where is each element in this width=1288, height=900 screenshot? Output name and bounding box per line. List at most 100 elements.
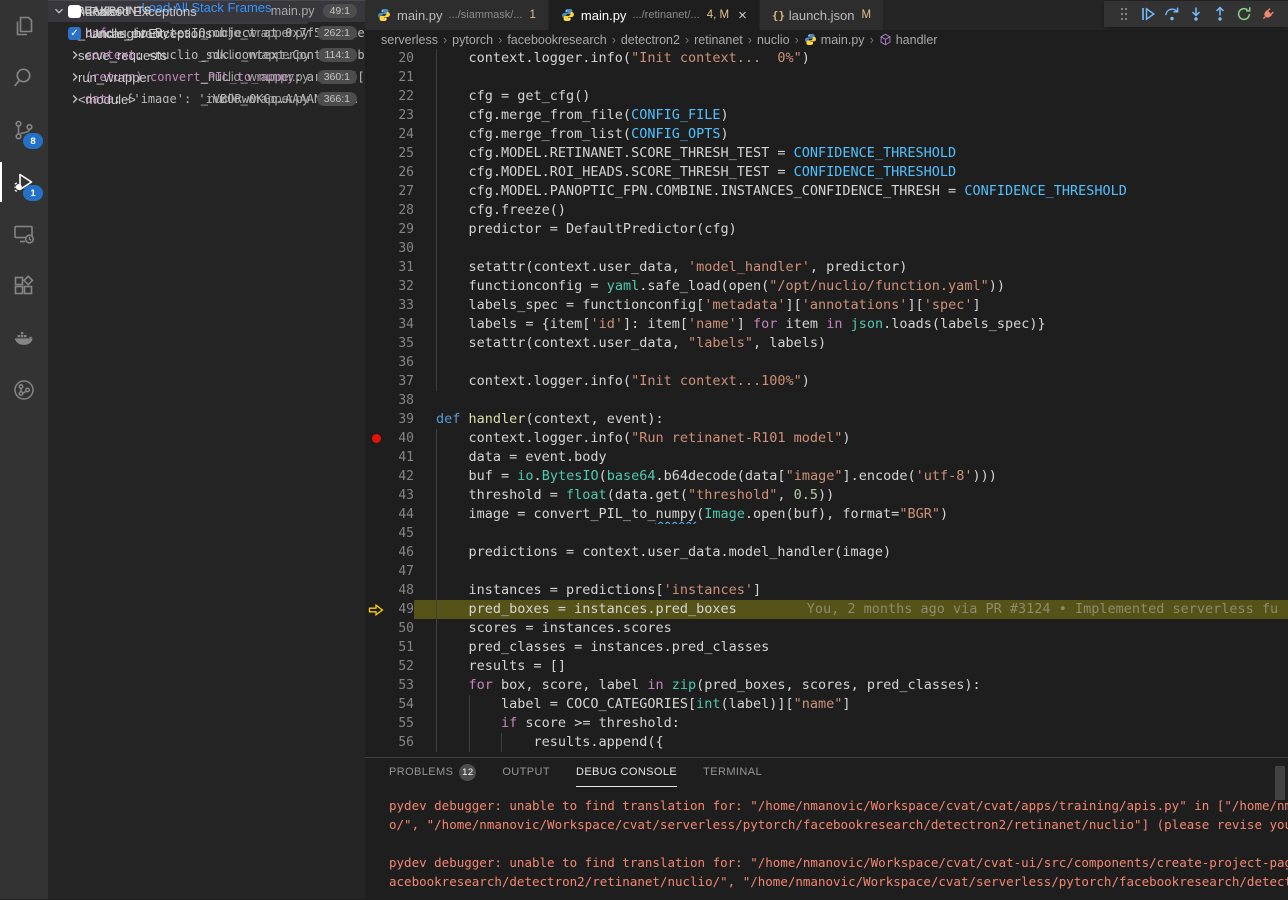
panel-scrollbar[interactable] [1275, 766, 1285, 800]
panel-tab-terminal[interactable]: TERMINAL [703, 758, 762, 786]
code-line-30: 30 [365, 239, 1288, 258]
breadcrumb-item[interactable]: serverless [381, 33, 438, 47]
panel-tab-output[interactable]: OUTPUT [502, 758, 550, 786]
activity-item-remote-explorer[interactable] [0, 208, 48, 260]
gutter-glyph[interactable] [365, 581, 387, 600]
gutter-glyph[interactable] [365, 695, 387, 714]
gutter-glyph[interactable] [365, 258, 387, 277]
code-editor[interactable]: 20 context.logger.info("Init context... … [365, 49, 1288, 757]
tab-main-py-siammask[interactable]: main.py .../siammask/... 1 [365, 0, 549, 30]
activity-item-git-graph[interactable] [0, 364, 48, 416]
activity-item-explorer[interactable] [0, 0, 48, 52]
gutter-glyph[interactable] [365, 220, 387, 239]
gutter-glyph[interactable] [365, 429, 387, 448]
line-number: 56 [387, 733, 414, 752]
gutter-glyph[interactable] [365, 733, 387, 752]
gutter-glyph[interactable] [365, 372, 387, 391]
breadcrumb-item[interactable]: main.py [804, 33, 865, 47]
frame-file: _nuclio_wrapper.py [202, 48, 310, 62]
gutter-glyph[interactable] [365, 543, 387, 562]
gutter-glyph[interactable] [365, 353, 387, 372]
gutter-glyph[interactable] [365, 676, 387, 695]
checked-checkbox[interactable]: ✓ [68, 27, 81, 40]
unchecked-checkbox[interactable] [68, 5, 81, 18]
gutter-glyph[interactable] [365, 201, 387, 220]
code-line-37: 37 context.logger.info("Init context...1… [365, 372, 1288, 391]
gutter-glyph[interactable] [365, 334, 387, 353]
code-line-22: 22 cfg = get_cfg() [365, 87, 1288, 106]
gutter-glyph[interactable] [365, 239, 387, 258]
line-number: 55 [387, 714, 414, 733]
gutter-glyph[interactable] [365, 106, 387, 125]
gutter-glyph[interactable] [365, 277, 387, 296]
breadcrumb-item[interactable]: detectron2 [621, 33, 680, 47]
step-into-button[interactable] [1184, 2, 1208, 26]
activity-item-extensions[interactable] [0, 260, 48, 312]
gutter-glyph[interactable] [365, 410, 387, 429]
gutter-glyph[interactable] [365, 315, 387, 334]
activity-item-source-control[interactable]: 8 [0, 104, 48, 156]
disconnect-button[interactable] [1256, 2, 1280, 26]
gutter-glyph[interactable] [365, 486, 387, 505]
gutter-glyph[interactable] [365, 524, 387, 543]
frame-location-badge: 360:1 [317, 70, 357, 84]
gutter-glyph[interactable] [365, 505, 387, 524]
gutter-glyph[interactable] [365, 448, 387, 467]
restart-button[interactable] [1232, 2, 1256, 26]
line-number: 37 [387, 372, 414, 391]
breadcrumb-item[interactable]: retinanet [694, 33, 743, 47]
gutter-glyph[interactable] [365, 144, 387, 163]
restart-icon [1236, 6, 1252, 22]
breadcrumb-item[interactable]: handler [879, 33, 938, 47]
frame-function: run_wrapper [78, 70, 151, 85]
line-number: 24 [387, 125, 414, 144]
breadcrumb-item[interactable]: nuclio [757, 33, 790, 47]
callstack-frame[interactable]: run_wrapper _nuclio_wrapper.py 360:1 [48, 66, 365, 88]
drag-handle-button[interactable] [1112, 2, 1136, 26]
gutter-glyph[interactable] [365, 49, 387, 68]
breadcrumb-label: pytorch [452, 33, 493, 47]
breadcrumb-label: nuclio [757, 33, 790, 47]
breadcrumb-separator: › [748, 33, 752, 47]
gutter-glyph[interactable] [365, 391, 387, 410]
step-out-button[interactable] [1208, 2, 1232, 26]
breadcrumb-separator: › [443, 33, 447, 47]
gutter-glyph[interactable] [365, 619, 387, 638]
tab-launch-json[interactable]: {} launch.json M [760, 0, 884, 30]
breakpoint-icon[interactable] [372, 434, 381, 443]
gutter-glyph[interactable] [365, 125, 387, 144]
activity-item-search[interactable] [0, 52, 48, 104]
gutter-glyph[interactable] [365, 657, 387, 676]
gutter-glyph[interactable] [365, 467, 387, 486]
close-icon[interactable]: × [738, 8, 747, 23]
gutter-glyph[interactable] [365, 600, 387, 619]
activity-item-run-and-debug[interactable]: 1 [0, 156, 48, 208]
gutter-glyph[interactable] [365, 182, 387, 201]
callstack-frame[interactable]: <module> _nuclio_wrapper.py 366:1 [48, 88, 365, 110]
gutter-glyph[interactable] [365, 163, 387, 182]
gutter-glyph[interactable] [365, 638, 387, 657]
code-line-50: 50 scores = instances.scores [365, 619, 1288, 638]
gutter-glyph[interactable] [365, 296, 387, 315]
frame-file: _nuclio_wrapper.py [201, 70, 309, 84]
breakpoint-row[interactable]: Raised Exceptions [48, 0, 365, 22]
activity-item-docker[interactable] [0, 312, 48, 364]
continue-button[interactable] [1136, 2, 1160, 26]
breadcrumb-item[interactable]: pytorch [452, 33, 493, 47]
panel-tab-problems[interactable]: PROBLEMS 12 [389, 758, 476, 786]
method-icon [879, 33, 892, 46]
tab-main-py-retinanet[interactable]: main.py .../retinanet/... 4, M × [549, 0, 760, 30]
breakpoint-label: Uncaught Exceptions [89, 26, 212, 41]
console-line: o/", "/home/nmanovic/Workspace/cvat/serv… [389, 815, 1288, 834]
gutter-glyph[interactable] [365, 87, 387, 106]
gutter-glyph[interactable] [365, 714, 387, 733]
step-over-button[interactable] [1160, 2, 1184, 26]
panel-tab-debug-console[interactable]: DEBUG CONSOLE [576, 758, 677, 787]
gutter-glyph[interactable] [365, 68, 387, 87]
code-line-27: 27 cfg.MODEL.PANOPTIC_FPN.COMBINE.INSTAN… [365, 182, 1288, 201]
breadcrumb-item[interactable]: facebookresearch [507, 33, 606, 47]
debug-toolbar [1104, 1, 1288, 27]
breakpoint-row[interactable]: ✓ Uncaught Exceptions [48, 22, 365, 44]
gutter-glyph[interactable] [365, 562, 387, 581]
callstack-frame[interactable]: serve_requests _nuclio_wrapper.py 114:1 [48, 44, 365, 66]
